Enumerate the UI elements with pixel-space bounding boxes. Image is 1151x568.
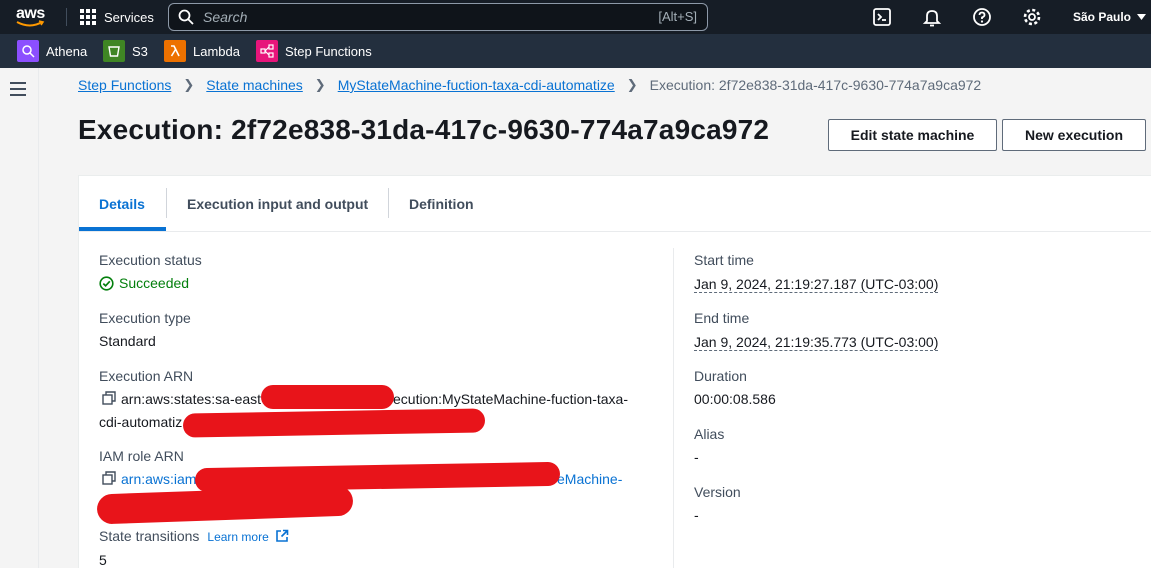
external-link-icon bbox=[276, 529, 289, 542]
duration-value: 00:00:08.586 bbox=[694, 391, 776, 407]
execution-status-value: Succeeded bbox=[99, 275, 189, 291]
execution-arn-part-b: ecution:MyStateMachine-fuction-taxa- bbox=[393, 391, 628, 407]
s3-bucket-icon bbox=[103, 40, 125, 62]
breadcrumb-step-functions[interactable]: Step Functions bbox=[78, 77, 171, 93]
execution-arn-part-a: arn:aws:states:sa-east bbox=[121, 391, 262, 407]
favorite-lambda[interactable]: Lambda bbox=[164, 34, 240, 68]
favorite-label: Athena bbox=[46, 43, 88, 59]
status-text: Succeeded bbox=[119, 275, 190, 291]
execution-type-label: Execution type bbox=[99, 310, 191, 326]
lambda-icon bbox=[164, 40, 186, 62]
search-shortcut: [Alt+S] bbox=[658, 9, 697, 24]
redaction-mark bbox=[182, 408, 486, 438]
end-time-label: End time bbox=[694, 310, 750, 326]
version-value: - bbox=[694, 507, 699, 523]
favorites-bar: Athena S3 Lambda Step Functions bbox=[0, 34, 1151, 68]
new-execution-button[interactable]: New execution bbox=[1002, 119, 1146, 151]
region-selector[interactable]: São Paulo bbox=[1073, 0, 1147, 34]
start-time-value[interactable]: Jan 9, 2024, 21:19:27.187 (UTC-03:00) bbox=[694, 276, 939, 293]
breadcrumb-state-machines[interactable]: State machines bbox=[206, 77, 303, 93]
breadcrumb: Step Functions ❯ State machines ❯ MyStat… bbox=[78, 76, 981, 94]
alias-value: - bbox=[694, 449, 699, 465]
favorite-label: Lambda bbox=[193, 43, 240, 59]
search-icon bbox=[178, 9, 194, 25]
favorite-label: S3 bbox=[132, 43, 148, 59]
breadcrumb-current: Execution: 2f72e838-31da-417c-9630-774a7… bbox=[649, 77, 982, 93]
duration-label: Duration bbox=[694, 368, 747, 384]
learn-more-text[interactable]: Learn more bbox=[207, 530, 268, 544]
aws-logo[interactable]: aws bbox=[14, 5, 50, 29]
search-box[interactable]: [Alt+S] bbox=[168, 3, 708, 31]
tab-definition[interactable]: Definition bbox=[409, 176, 474, 232]
execution-arn-line2: cdi-automatiz bbox=[99, 414, 183, 430]
services-label: Services bbox=[104, 9, 154, 25]
page-title: Execution: 2f72e838-31da-417c-9630-774a7… bbox=[78, 114, 770, 145]
cloudshell-icon[interactable] bbox=[872, 7, 892, 27]
tab-divider bbox=[388, 188, 389, 218]
state-transitions-label: State transitions Learn more bbox=[99, 528, 289, 544]
aws-smile-icon bbox=[16, 20, 45, 27]
iam-role-arn-part-a[interactable]: arn:aws:iam bbox=[121, 471, 196, 487]
end-time-value[interactable]: Jan 9, 2024, 21:19:35.773 (UTC-03:00) bbox=[694, 334, 939, 351]
nav-separator bbox=[66, 8, 67, 26]
iam-role-arn-line1[interactable]: arn:aws:iam bbox=[102, 471, 196, 487]
iam-role-arn-label: IAM role ARN bbox=[99, 448, 184, 464]
services-grid-icon bbox=[80, 9, 96, 25]
services-menu-button[interactable]: Services bbox=[80, 0, 154, 34]
gear-icon[interactable] bbox=[1022, 7, 1042, 27]
version-label: Version bbox=[694, 484, 741, 500]
chevron-right-icon: ❯ bbox=[183, 77, 195, 92]
execution-arn-label: Execution ARN bbox=[99, 368, 194, 384]
step-functions-icon bbox=[256, 40, 278, 62]
favorite-label: Step Functions bbox=[285, 43, 372, 59]
learn-more-link[interactable]: Learn more bbox=[207, 529, 289, 544]
redaction-mark bbox=[96, 485, 354, 525]
tab-execution-input-output[interactable]: Execution input and output bbox=[187, 176, 368, 232]
bell-icon[interactable] bbox=[922, 7, 942, 27]
state-transitions-value: 5 bbox=[99, 552, 107, 568]
search-input[interactable] bbox=[203, 8, 603, 26]
main-content: Step Functions ❯ State machines ❯ MyStat… bbox=[39, 68, 1151, 568]
chevron-right-icon: ❯ bbox=[626, 77, 638, 92]
redaction-mark bbox=[261, 385, 394, 409]
alias-label: Alias bbox=[694, 426, 725, 442]
breadcrumb-state-machine[interactable]: MyStateMachine-fuction-taxa-cdi-automati… bbox=[338, 77, 615, 93]
favorite-s3[interactable]: S3 bbox=[103, 34, 148, 68]
edit-state-machine-button[interactable]: Edit state machine bbox=[828, 119, 997, 151]
favorite-athena[interactable]: Athena bbox=[17, 34, 87, 68]
help-icon[interactable] bbox=[972, 7, 992, 27]
execution-details-panel: Details Execution input and output Defin… bbox=[78, 175, 1151, 568]
menu-icon[interactable] bbox=[10, 82, 26, 100]
start-time-label: Start time bbox=[694, 252, 754, 268]
side-navigation-rail bbox=[0, 68, 39, 568]
tab-divider bbox=[166, 188, 167, 218]
copy-icon[interactable] bbox=[102, 471, 116, 485]
redaction-mark bbox=[194, 461, 561, 493]
success-check-icon bbox=[99, 275, 114, 291]
region-label: São Paulo bbox=[1073, 10, 1132, 24]
caret-down-icon bbox=[1137, 14, 1147, 20]
copy-icon[interactable] bbox=[102, 391, 116, 405]
favorite-step-functions[interactable]: Step Functions bbox=[256, 34, 372, 68]
execution-type-value: Standard bbox=[99, 333, 156, 349]
active-tab-indicator bbox=[79, 227, 166, 231]
chevron-right-icon: ❯ bbox=[314, 77, 326, 92]
athena-icon bbox=[17, 40, 39, 62]
iam-role-arn-part-b[interactable]: eMachine- bbox=[557, 471, 622, 487]
tab-bar: Details Execution input and output Defin… bbox=[79, 176, 1151, 232]
execution-status-label: Execution status bbox=[99, 252, 202, 268]
tab-details[interactable]: Details bbox=[99, 176, 145, 232]
column-divider bbox=[673, 248, 674, 568]
execution-arn-line1: arn:aws:states:sa-east bbox=[102, 391, 261, 407]
top-navigation: aws Services [Alt+S] Sã bbox=[0, 0, 1151, 34]
state-transitions-text: State transitions bbox=[99, 528, 200, 544]
